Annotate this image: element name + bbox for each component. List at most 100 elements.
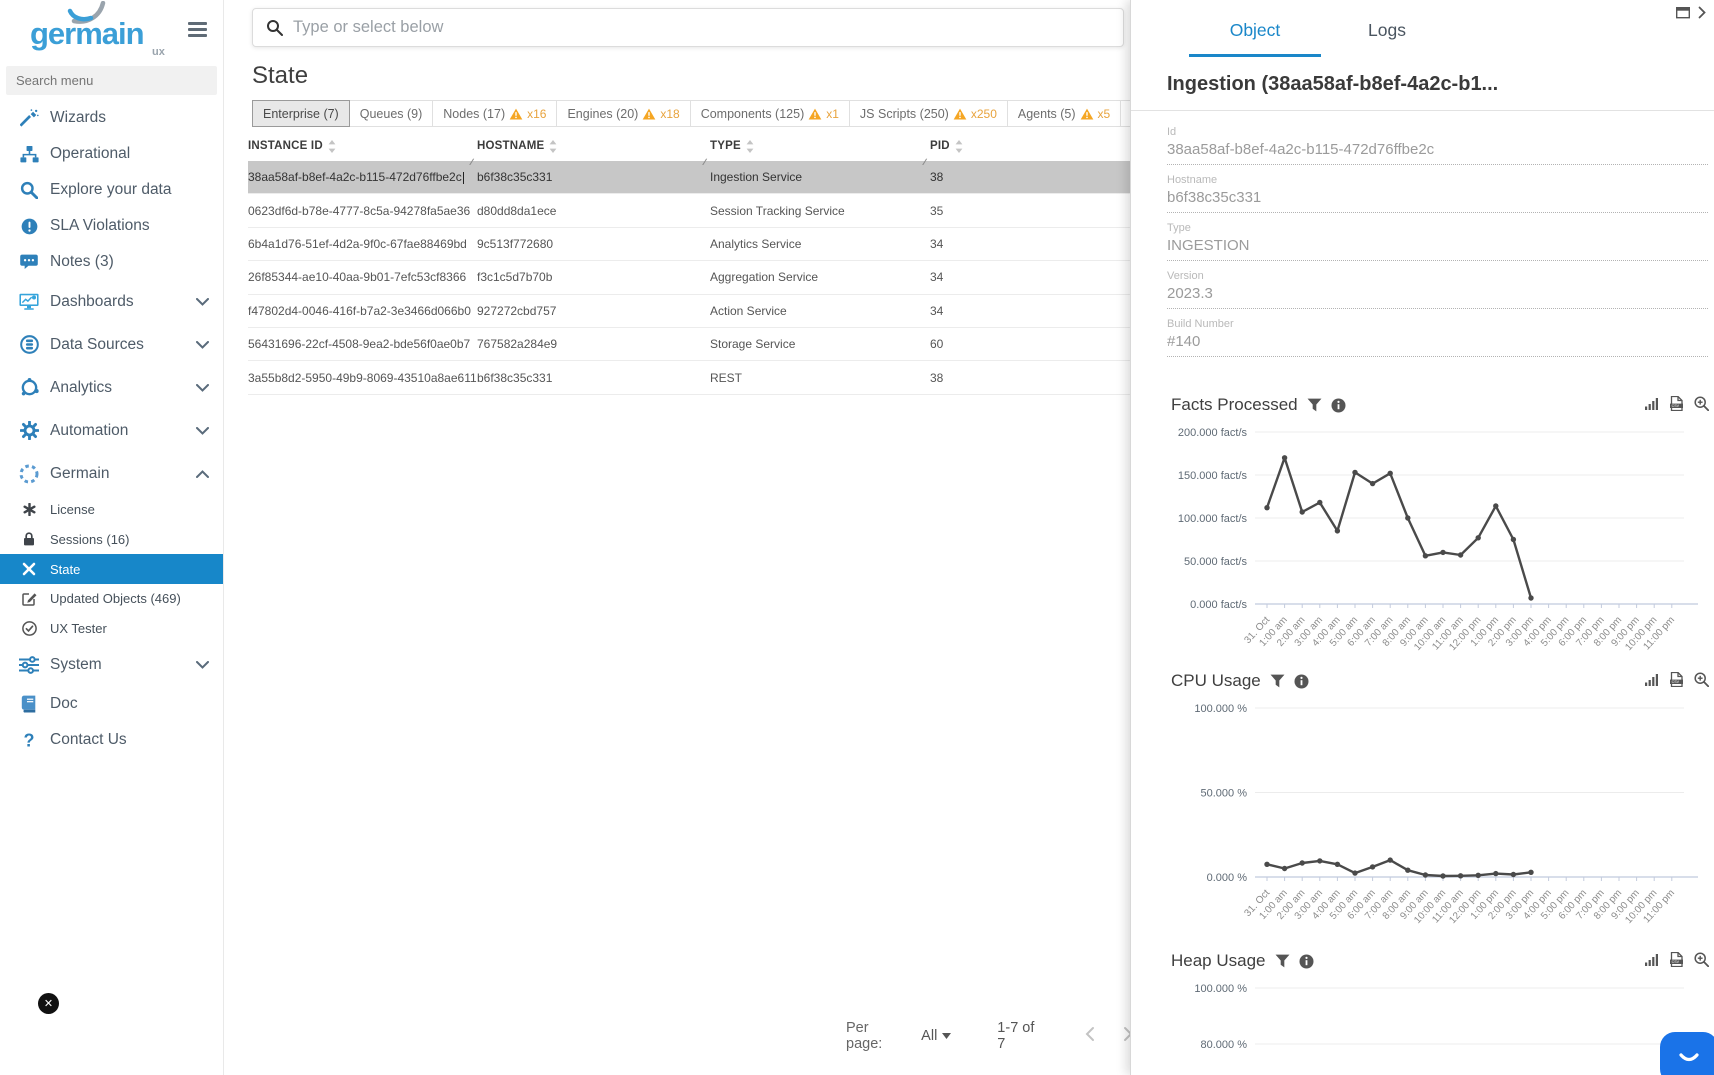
tab-components-125[interactable]: Components (125)x1 <box>691 101 850 126</box>
chevron-down-icon[interactable] <box>196 336 209 354</box>
column-header-instance-id[interactable]: INSTANCE ID <box>248 140 477 153</box>
sidebar-item-state[interactable]: State <box>0 554 223 584</box>
thumbs-down-button[interactable] <box>12 1050 52 1075</box>
sort-icon[interactable] <box>328 140 336 153</box>
feedback-close-icon[interactable]: ✕ <box>38 993 59 1014</box>
chart-type-icon[interactable] <box>1645 397 1659 410</box>
column-resize-handle[interactable]: ∕∕ <box>924 157 925 167</box>
sidebar-item-data-sources[interactable]: Data Sources <box>0 323 223 366</box>
pagination-range: 1-7 of 7 <box>997 1020 1042 1052</box>
zoom-chart-icon[interactable] <box>1694 396 1709 411</box>
gear-icon <box>16 421 42 440</box>
tab-js-scripts-250[interactable]: JS Scripts (250)x250 <box>850 101 1008 126</box>
chart-plot[interactable]: 100.000 %50.000 %0.000 %31. Oct1:00 am2:… <box>1139 694 1714 941</box>
chevron-down-icon[interactable] <box>196 422 209 440</box>
table-row[interactable]: f47802d4-0046-416f-b7a2-3e3466d066b09272… <box>248 295 1134 328</box>
prev-page-button[interactable] <box>1084 1026 1095 1046</box>
sidebar-item-label: System <box>50 656 102 674</box>
chevron-down-icon[interactable] <box>196 293 209 311</box>
logo-sub-text: ux <box>152 46 165 58</box>
info-icon[interactable] <box>1299 954 1314 969</box>
column-resize-handle[interactable]: ∕∕ <box>471 157 472 167</box>
panel-tab-logs[interactable]: Logs <box>1321 20 1453 57</box>
sidebar-item-notes-3[interactable]: Notes (3) <box>0 244 223 280</box>
table-row[interactable]: 38aa58af-b8ef-4a2c-b115-472d76ffbe2cb6f3… <box>248 161 1134 194</box>
chevron-down-icon[interactable] <box>196 379 209 397</box>
sidebar-item-automation[interactable]: Automation <box>0 409 223 452</box>
sidebar-item-label: State <box>50 562 80 577</box>
sidebar-item-label: Operational <box>50 145 130 163</box>
table-row[interactable]: 0623df6d-b78e-4777-8c5a-94278fa5ae36d80d… <box>248 194 1134 227</box>
filter-funnel-icon[interactable] <box>1307 398 1322 412</box>
logo-brand-text: germain <box>30 16 144 52</box>
sort-icon[interactable] <box>955 140 963 153</box>
sidebar-item-license[interactable]: License <box>0 495 223 525</box>
sidebar-item-sessions-16[interactable]: Sessions (16) <box>0 525 223 555</box>
zoom-chart-icon[interactable] <box>1694 952 1709 967</box>
chat-widget-button[interactable] <box>1660 1032 1714 1075</box>
tab-queues-9[interactable]: Queues (9) <box>350 101 434 126</box>
check-circle-icon <box>16 621 42 636</box>
sidebar-item-contact-us[interactable]: ?Contact Us <box>0 722 223 758</box>
filter-funnel-icon[interactable] <box>1275 954 1290 968</box>
global-search-input[interactable] <box>293 18 1110 37</box>
sidebar-item-sla-violations[interactable]: SLA Violations <box>0 208 223 244</box>
table-row[interactable]: 26f85344-ae10-40aa-9b01-7efc53cf8366f3c1… <box>248 261 1134 294</box>
sidebar-item-system[interactable]: System <box>0 643 223 686</box>
sidebar-item-explore-your-data[interactable]: Explore your data <box>0 172 223 208</box>
column-header-type[interactable]: TYPE <box>710 140 930 153</box>
table-row[interactable]: 3a55b8d2-5950-49b9-8069-43510a8ae611b6f3… <box>248 361 1134 394</box>
chart-cpu-usage: CPU UsageCSV100.000 %50.000 %0.000 %31. … <box>1139 668 1714 941</box>
tab-agents-5[interactable]: Agents (5)x5 <box>1008 101 1121 126</box>
chart-facts-processed: Facts ProcessedCSV200.000 fact/s150.000 … <box>1139 392 1714 668</box>
per-page-select[interactable]: All <box>921 1028 951 1044</box>
svg-text:50.000 %: 50.000 % <box>1201 788 1248 800</box>
tab-enterprise-7[interactable]: Enterprise (7) <box>252 100 350 127</box>
column-label: INSTANCE ID <box>248 140 323 152</box>
tab-nodes-17[interactable]: Nodes (17)x16 <box>433 101 557 126</box>
collapse-panel-icon[interactable] <box>1698 6 1706 24</box>
sidebar-item-germain[interactable]: Germain <box>0 452 223 495</box>
sidebar-item-analytics[interactable]: Analytics <box>0 366 223 409</box>
chevron-down-icon[interactable] <box>196 656 209 674</box>
chevron-up-icon[interactable] <box>196 465 209 483</box>
info-icon[interactable] <box>1331 398 1346 413</box>
popout-window-icon[interactable] <box>1676 6 1690 24</box>
global-search[interactable] <box>252 8 1124 47</box>
chart-plot[interactable]: 200.000 fact/s150.000 fact/s100.000 fact… <box>1139 418 1714 668</box>
info-icon[interactable] <box>1294 674 1309 689</box>
crossed-tools-icon <box>16 562 42 576</box>
sidebar-item-updated-objects-469[interactable]: Updated Objects (469) <box>0 584 223 614</box>
chart-type-icon[interactable] <box>1645 673 1659 686</box>
export-csv-icon[interactable]: CSV <box>1670 672 1683 687</box>
sidebar-item-label: License <box>50 502 95 517</box>
sidebar-item-wizards[interactable]: Wizards <box>0 100 223 136</box>
sidebar-item-operational[interactable]: Operational <box>0 136 223 172</box>
sidebar-item-doc[interactable]: Doc <box>0 686 223 722</box>
hamburger-menu-icon[interactable] <box>188 22 207 41</box>
svg-text:?: ? <box>23 731 34 749</box>
sidebar-search[interactable] <box>6 66 217 95</box>
sidebar-item-dashboards[interactable]: Dashboards <box>0 280 223 323</box>
state-table: INSTANCE ID HOSTNAMETYPEPID ∕∕ ∕∕ ∕∕38aa58af… <box>248 131 1134 395</box>
panel-tab-object[interactable]: Object <box>1189 20 1321 57</box>
tab-engines-20[interactable]: Engines (20)x18 <box>557 101 690 126</box>
sidebar-search-input[interactable] <box>6 66 217 95</box>
chart-type-icon[interactable] <box>1645 953 1659 966</box>
sidebar-item-ux-tester[interactable]: UX Tester <box>0 614 223 644</box>
table-row[interactable]: 56431696-22cf-4508-9ea2-bde56f0ae0b77675… <box>248 328 1134 361</box>
sidebar-item-label: Sessions (16) <box>50 532 129 547</box>
column-header-hostname[interactable]: HOSTNAME <box>477 140 710 153</box>
exclamation-circle-icon <box>16 218 42 235</box>
sort-icon[interactable] <box>549 140 557 153</box>
zoom-chart-icon[interactable] <box>1694 672 1709 687</box>
column-resize-handle[interactable]: ∕∕ <box>704 157 705 167</box>
export-csv-icon[interactable]: CSV <box>1670 396 1683 411</box>
filter-funnel-icon[interactable] <box>1270 674 1285 688</box>
table-row[interactable]: 6b4a1d76-51ef-4d2a-9f0c-67fae88469bd9c51… <box>248 228 1134 261</box>
chart-plot[interactable]: 100.000 %80.000 % <box>1139 974 1714 1075</box>
column-header-pid[interactable]: PID <box>930 140 1134 153</box>
text-caret <box>463 172 464 184</box>
export-csv-icon[interactable]: CSV <box>1670 952 1683 967</box>
sort-icon[interactable] <box>746 140 754 153</box>
